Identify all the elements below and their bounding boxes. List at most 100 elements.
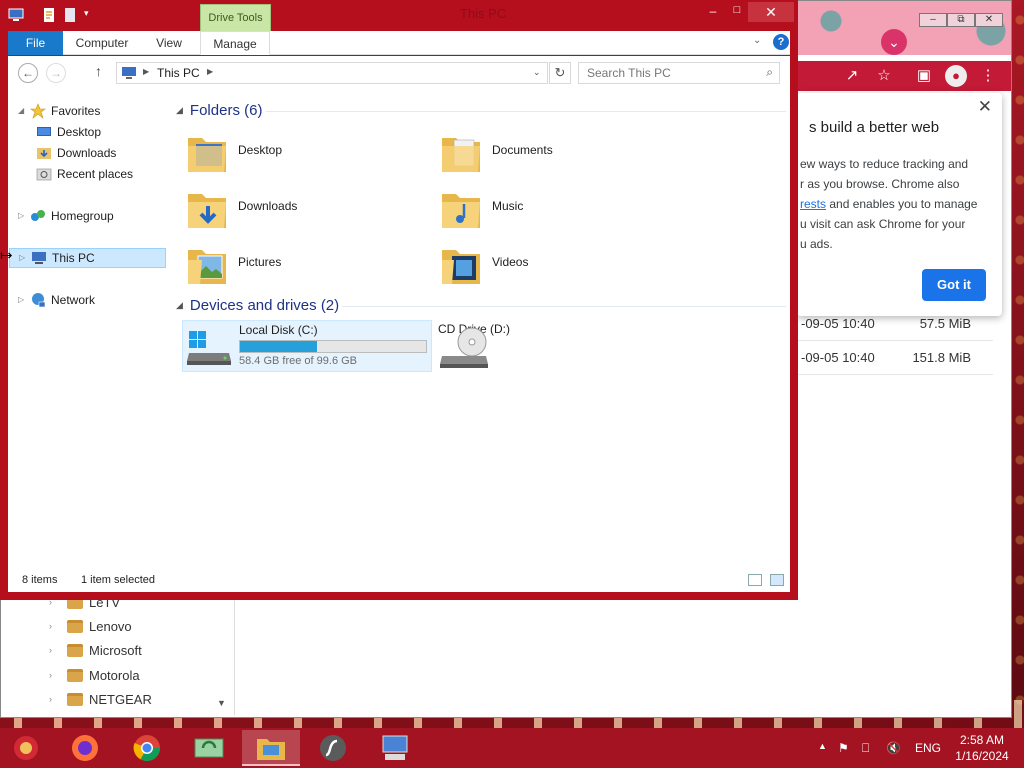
popup-link[interactable]: rests — [800, 197, 826, 211]
properties-icon[interactable] — [41, 7, 57, 23]
address-history-dropdown-icon[interactable]: ⌄ — [533, 67, 541, 78]
chrome-menu-icon[interactable]: ⋮ — [977, 65, 999, 87]
folder-tile-music[interactable]: Music — [440, 182, 680, 232]
chrome-folder-panel: › LeTV › Lenovo › Microsoft › Motorola › NETG… — [11, 591, 235, 715]
nav-desktop[interactable]: Desktop — [36, 122, 101, 142]
nav-homegroup[interactable]: ▷ Homegroup — [18, 206, 114, 226]
taskbar: ▲ ⚑ ⎕ 🔇 ENG 2:58 AM 1/16/2024 — [0, 728, 1024, 768]
side-panel-icon[interactable]: ▣ — [913, 65, 935, 87]
taskbar-flash[interactable] — [304, 730, 362, 766]
chrome-close-button[interactable]: ✕ — [975, 13, 1003, 27]
chrome-minimize-button[interactable]: – — [919, 13, 947, 27]
show-hidden-icons-icon[interactable]: ▲ — [818, 741, 827, 751]
drive-tile-cd[interactable]: CD Drive (D:) — [438, 322, 638, 372]
nav-recent-places[interactable]: Recent places — [36, 164, 133, 184]
folder-tile-pictures[interactable]: Pictures — [186, 238, 426, 288]
folder-label: Downloads — [238, 199, 298, 213]
taskbar-remote-desktop[interactable] — [366, 730, 424, 766]
expand-ribbon-icon[interactable]: ⌄ — [753, 35, 761, 46]
search-icon[interactable]: ⌕ — [766, 65, 773, 80]
nav-this-pc[interactable]: ▷ This PC — [9, 248, 166, 268]
taskbar-file-explorer[interactable] — [242, 730, 300, 766]
folder-tile-videos[interactable]: Videos — [440, 238, 680, 288]
folder-tile-documents[interactable]: Documents — [440, 126, 680, 176]
folder-list-item[interactable]: › Motorola — [49, 664, 140, 686]
expand-arrow-icon[interactable]: ▷ — [18, 290, 28, 310]
minimize-button[interactable]: – — [700, 4, 726, 22]
system-clock[interactable]: 2:58 AM 1/16/2024 — [952, 732, 1012, 764]
network-status-icon[interactable]: ⎕ — [862, 741, 869, 756]
address-bar[interactable]: ▶ This PC ▶ ⌄ — [116, 62, 548, 84]
devices-group-header[interactable]: ◢ Devices and drives (2) — [176, 297, 339, 314]
folder-list-item[interactable]: › Lenovo — [49, 615, 132, 637]
tab-computer[interactable]: Computer — [70, 31, 134, 55]
expand-arrow-icon[interactable]: ▷ — [19, 248, 29, 268]
action-center-flag-icon[interactable]: ⚑ — [838, 741, 849, 755]
start-button-icon[interactable] — [8, 732, 44, 764]
network-icon — [32, 293, 46, 308]
folder-list-item[interactable]: › NETGEAR — [49, 688, 152, 710]
quick-access-dropdown-icon[interactable]: ▾ — [84, 8, 89, 19]
details-view-icon[interactable] — [748, 574, 762, 586]
expand-caret-icon[interactable]: › — [49, 694, 59, 704]
expand-caret-icon[interactable]: › — [49, 670, 59, 680]
scroll-down-arrow-icon[interactable]: ▼ — [217, 698, 226, 708]
close-button[interactable]: ✕ — [748, 2, 794, 22]
expand-caret-icon[interactable]: › — [49, 645, 59, 655]
collapse-arrow-icon[interactable]: ◢ — [18, 101, 28, 121]
volume-muted-icon[interactable]: 🔇 — [886, 741, 901, 755]
help-icon[interactable]: ? — [773, 34, 789, 50]
maximize-button[interactable]: □ — [726, 4, 748, 22]
taskbar-sync-app[interactable] — [180, 730, 238, 766]
got-it-button[interactable]: Got it — [922, 269, 986, 301]
nav-label: Downloads — [57, 146, 117, 160]
expand-caret-icon[interactable]: › — [49, 621, 59, 631]
drive-free-space: 58.4 GB free of 99.6 GB — [239, 355, 358, 367]
share-icon[interactable]: ↗ — [841, 65, 863, 87]
nav-downloads[interactable]: Downloads — [36, 143, 116, 163]
breadcrumb-separator-icon[interactable]: ▶ — [143, 67, 149, 76]
refresh-button[interactable]: ↻ — [549, 62, 571, 84]
tab-view[interactable]: View — [148, 31, 190, 55]
breadcrumb-separator-icon[interactable]: ▶ — [207, 67, 213, 76]
tab-file[interactable]: File — [8, 31, 63, 55]
chrome-maximize-button[interactable]: ⧉ — [947, 13, 975, 27]
explorer-titlebar[interactable]: ▾ Drive Tools This PC – □ ✕ — [0, 0, 798, 32]
folder-icon — [67, 692, 83, 706]
download-date: -09-05 10:40 — [801, 316, 875, 331]
forward-button[interactable]: → — [46, 63, 66, 83]
remote-desktop-icon — [382, 735, 408, 760]
folder-tile-desktop[interactable]: Desktop — [186, 126, 426, 176]
folder-list-item[interactable]: › Microsoft — [49, 639, 142, 661]
this-pc-icon[interactable] — [8, 7, 24, 23]
tab-manage[interactable]: Manage — [200, 31, 270, 55]
nav-network[interactable]: ▷ Network — [18, 290, 95, 310]
folder-tile-downloads[interactable]: Downloads — [186, 182, 426, 232]
taskbar-chrome[interactable] — [118, 730, 176, 766]
large-icons-view-icon[interactable] — [770, 574, 784, 586]
folders-group-header[interactable]: ◢ Folders (6) — [176, 102, 262, 119]
collapse-group-icon[interactable]: ◢ — [176, 105, 183, 116]
search-placeholder: Search This PC — [587, 66, 671, 80]
back-button[interactable]: ← — [18, 63, 38, 83]
breadcrumb-this-pc[interactable]: This PC — [157, 66, 200, 80]
new-folder-icon[interactable] — [62, 7, 78, 23]
downloads-folder-icon — [37, 148, 51, 159]
group-title: Folders (6) — [189, 102, 263, 119]
search-input[interactable]: Search This PC ⌕ — [578, 62, 780, 84]
download-row[interactable]: -09-05 10:40 151.8 MiB — [797, 341, 993, 375]
profile-avatar-icon[interactable]: ● — [945, 65, 967, 87]
popup-close-icon[interactable]: ✕ — [978, 97, 992, 117]
music-folder-icon — [442, 194, 480, 228]
up-arrow-icon[interactable]: ↑ — [95, 63, 102, 79]
language-indicator[interactable]: ENG — [915, 741, 941, 755]
expand-arrow-icon[interactable]: ▷ — [18, 206, 28, 226]
nav-favorites[interactable]: ◢ Favorites — [18, 101, 100, 121]
drive-tile-local-disk[interactable]: Local Disk (C:) 58.4 GB free of 99.6 GB — [182, 320, 432, 372]
folder-icon — [67, 643, 83, 657]
chrome-tab-search-icon[interactable]: ⌄ — [881, 29, 907, 55]
bookmark-star-icon[interactable]: ☆ — [873, 65, 895, 87]
taskbar-firefox[interactable] — [56, 730, 114, 766]
collapse-group-icon[interactable]: ◢ — [176, 300, 183, 311]
popup-line: u ads. — [800, 237, 833, 251]
